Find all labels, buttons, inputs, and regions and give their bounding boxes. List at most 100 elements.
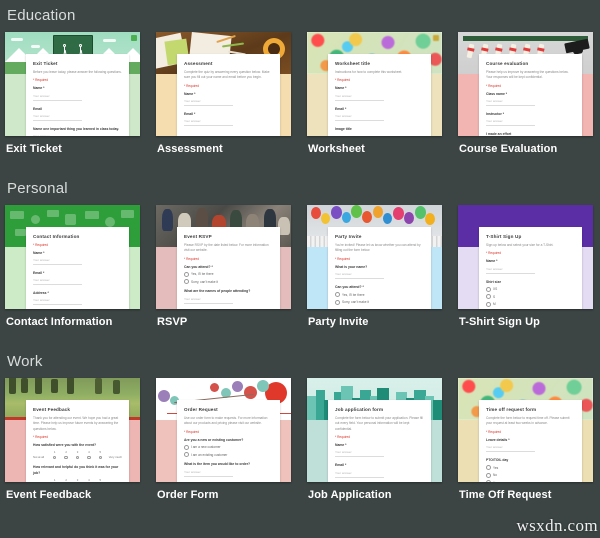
form-description: Please RSVP by the date listed below. Fo…: [184, 242, 269, 253]
template-thumbnail[interactable]: Worksheet title Instructions for how to …: [307, 32, 442, 136]
required-note: * Required: [486, 83, 502, 88]
required-note: * Required: [184, 429, 200, 434]
section-personal: Personal Contact Information * Required …: [5, 155, 595, 328]
form-input: Your answer: [335, 94, 384, 101]
form-question: Name *: [184, 91, 196, 96]
template-thumbnail[interactable]: Contact Information * Required Name * Yo…: [5, 205, 140, 309]
template-thumbnail[interactable]: Job application form Complete the form b…: [307, 378, 442, 482]
template-row: Contact Information * Required Name * Yo…: [5, 205, 595, 328]
form-input: Your answer: [33, 298, 82, 306]
template-thumbnail[interactable]: Event RSVP Please RSVP by the date liste…: [156, 205, 291, 309]
template-label: Course Evaluation: [459, 143, 558, 155]
template-label: Job Application: [308, 489, 392, 501]
template-thumbnail[interactable]: Party Invite You're invited! Please let …: [307, 205, 442, 309]
form-input: Your answer: [335, 114, 384, 121]
form-question: Email *: [184, 111, 196, 116]
form-title: T-Shirt Sign Up: [486, 234, 522, 239]
form-description: Before you leave today, please answer th…: [33, 69, 122, 74]
form-input: Your answer: [184, 119, 233, 127]
template-card-contact-information[interactable]: Contact Information * Required Name * Yo…: [5, 205, 140, 328]
form-preview: Time off request form Complete the form …: [479, 400, 582, 482]
form-description: Complete the quiz by answering every que…: [184, 69, 270, 80]
form-title: Time off request form: [486, 407, 537, 412]
section-education: Education Exit Ticket Before you leave t…: [5, 0, 595, 155]
form-input: Your answer: [184, 297, 233, 304]
form-title: Event Feedback: [33, 407, 71, 412]
required-note: * Required: [335, 256, 351, 261]
form-question: Can you attend? *: [335, 284, 364, 289]
template-card-time-off-request[interactable]: Time off request form Complete the form …: [458, 378, 593, 501]
form-question: Name *: [33, 250, 45, 255]
template-label: Exit Ticket: [6, 143, 62, 155]
required-note: * Required: [33, 435, 49, 440]
form-description: Complete the form below to submit your a…: [335, 415, 423, 431]
template-row: Exit Ticket Before you leave today, plea…: [5, 32, 595, 155]
form-description: Thank you for attending our event. We ho…: [33, 415, 119, 431]
scale-numbers: 1 2 3 4 5: [53, 450, 102, 455]
template-card-tshirt-sign-up[interactable]: T-Shirt Sign Up Sign up below and select…: [458, 205, 593, 328]
form-option: Sorry, can't make it: [184, 279, 273, 284]
required-note: * Required: [486, 251, 502, 256]
form-input: Your answer: [184, 99, 233, 106]
form-question: How satisfied were you with the event?: [33, 443, 97, 448]
form-question: Instructor *: [486, 111, 505, 116]
form-question: What is the item you would like to order…: [184, 462, 251, 467]
template-thumbnail[interactable]: Order Request Use our order form to make…: [156, 378, 291, 482]
form-description: You're invited! Please let us know wheth…: [335, 242, 421, 253]
template-thumbnail[interactable]: Assessment Complete the quiz by answerin…: [156, 32, 291, 136]
form-input: Your answer: [335, 272, 384, 279]
required-note: * Required: [486, 429, 502, 434]
template-card-party-invite[interactable]: Party Invite You're invited! Please let …: [307, 205, 442, 328]
form-question: Email: [33, 106, 43, 111]
watermark: wsxdn.com: [516, 516, 598, 535]
required-note: * Required: [33, 242, 49, 247]
template-thumbnail[interactable]: Time off request form Complete the form …: [458, 378, 593, 482]
template-card-course-evaluation[interactable]: Course evaluation Please help us improve…: [458, 32, 593, 155]
form-question: How relevant and helpful do you think it…: [33, 465, 119, 475]
template-card-rsvp[interactable]: Event RSVP Please RSVP by the date liste…: [156, 205, 291, 328]
section-title: Personal: [7, 180, 68, 197]
form-title: Exit Ticket: [33, 61, 58, 66]
form-input: Your answer: [33, 278, 82, 286]
form-option: XS: [486, 287, 575, 292]
form-title: Course evaluation: [486, 61, 529, 66]
form-preview: Worksheet title Instructions for how to …: [328, 54, 431, 136]
form-preview: Event RSVP Please RSVP by the date liste…: [177, 227, 280, 309]
form-preview: Assessment Complete the quiz by answerin…: [177, 54, 280, 136]
template-row: Event Feedback Thank you for attending o…: [5, 378, 595, 501]
form-question: Name one important thing you learned in …: [33, 126, 120, 131]
form-question: I made an effort: [486, 132, 512, 136]
template-card-exit-ticket[interactable]: Exit Ticket Before you leave today, plea…: [5, 32, 140, 155]
form-preview: Order Request Use our order form to make…: [177, 400, 280, 482]
form-input: Your answer: [33, 114, 82, 121]
form-question: Name *: [335, 443, 347, 448]
template-label: Worksheet: [308, 143, 365, 155]
form-option: Unsure: [486, 480, 575, 482]
template-label: Time Off Request: [459, 489, 552, 501]
template-card-order-form[interactable]: Order Request Use our order form to make…: [156, 378, 291, 501]
form-preview: Course evaluation Please help us improve…: [479, 54, 582, 136]
form-input: Your answer: [33, 94, 82, 101]
form-option: Sorry, can't make it: [335, 300, 424, 305]
form-title: Job application form: [335, 407, 384, 412]
template-card-assessment[interactable]: Assessment Complete the quiz by answerin…: [156, 32, 291, 155]
form-input: Your answer: [33, 134, 82, 136]
template-card-worksheet[interactable]: Worksheet title Instructions for how to …: [307, 32, 442, 155]
template-thumbnail[interactable]: Course evaluation Please help us improve…: [458, 32, 593, 136]
template-thumbnail[interactable]: T-Shirt Sign Up Sign up below and select…: [458, 205, 593, 309]
form-question: What is your name?: [335, 264, 368, 269]
template-thumbnail[interactable]: Event Feedback Thank you for attending o…: [5, 378, 140, 482]
form-preview: Party Invite You're invited! Please let …: [328, 227, 431, 309]
required-note: * Required: [184, 83, 200, 88]
required-note: * Required: [33, 78, 49, 83]
template-card-event-feedback[interactable]: Event Feedback Thank you for attending o…: [5, 378, 140, 501]
form-input: Your answer: [335, 471, 384, 478]
template-thumbnail[interactable]: Exit Ticket Before you leave today, plea…: [5, 32, 140, 136]
form-title: Contact Information: [33, 234, 80, 239]
form-preview: Event Feedback Thank you for attending o…: [26, 400, 129, 482]
template-card-job-application[interactable]: Job application form Complete the form b…: [307, 378, 442, 501]
form-question: PTO/TOIL day: [486, 457, 509, 462]
form-question: Name *: [486, 259, 498, 264]
form-question: Can you attend? *: [184, 264, 213, 269]
form-question: Leave details *: [486, 437, 510, 442]
